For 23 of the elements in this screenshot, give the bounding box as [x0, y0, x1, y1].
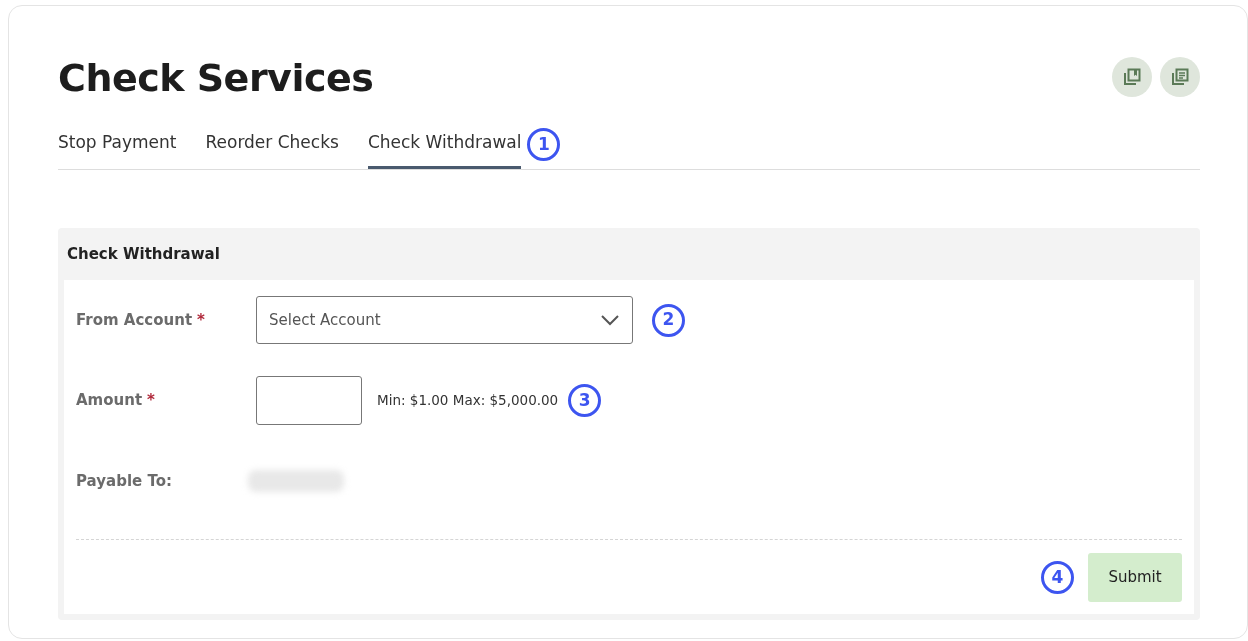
tab[interactable]: Reorder Checks: [205, 129, 339, 170]
required-mark: *: [147, 391, 155, 410]
bookmark-pages-icon: [1122, 67, 1142, 87]
field-label: From Account *: [76, 309, 206, 331]
submit-button[interactable]: Submit: [1088, 553, 1182, 603]
page-title: Check Services: [58, 56, 374, 102]
document-pages-icon: [1170, 67, 1190, 87]
toolbar-button[interactable]: [1112, 57, 1152, 97]
chevron-down-icon: [600, 314, 620, 327]
step-number-marker: 3: [568, 384, 602, 418]
field-label: Payable To:: [76, 470, 173, 492]
field-label: Amount *: [76, 390, 156, 412]
tab[interactable]: Stop Payment: [58, 129, 177, 170]
amount-field[interactable]: [256, 376, 362, 426]
toolbar-button[interactable]: [1160, 57, 1200, 97]
account-select[interactable]: Select Account: [256, 296, 633, 345]
step-number-marker: 4: [1041, 561, 1074, 595]
step-number-marker: 2: [652, 303, 685, 337]
panel-title: Check Withdrawal: [66, 244, 221, 266]
amount-hint: Min: $1.00 Max: $5,000.00: [377, 391, 559, 411]
required-mark: *: [197, 310, 205, 329]
step-number-marker: 1: [527, 127, 561, 161]
tab[interactable]: Check Withdrawal: [367, 129, 522, 170]
